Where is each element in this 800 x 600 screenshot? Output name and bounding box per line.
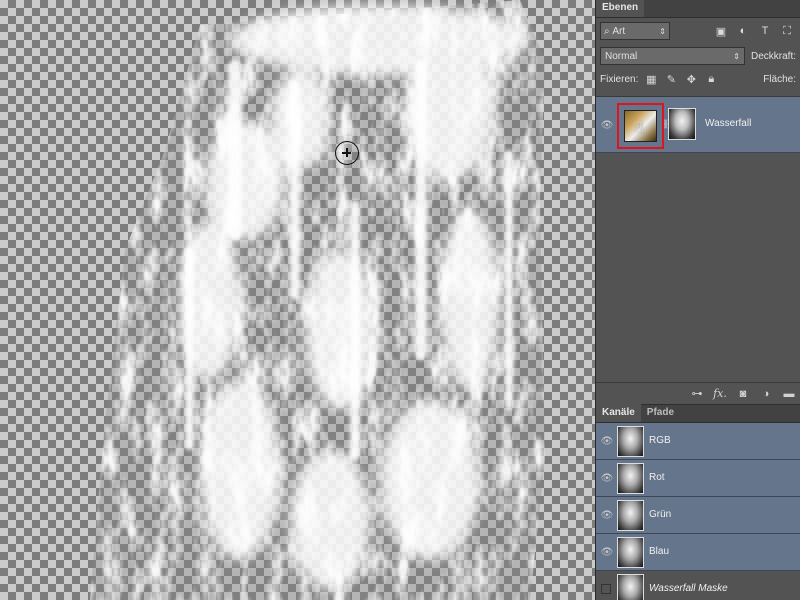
waterfall-image xyxy=(90,0,545,600)
layer-filter-select[interactable]: ⌕ Art ⇕ xyxy=(600,22,670,40)
lock-icons: ▦ ✎ ✥ 🔒︎ xyxy=(644,72,718,86)
layer-name[interactable]: Wasserfall xyxy=(705,118,751,129)
channel-row-mask[interactable]: Wasserfall Maske xyxy=(596,571,800,600)
tab-layers[interactable]: Ebenen xyxy=(596,0,645,17)
channel-name: RGB xyxy=(649,435,671,446)
adjustment-filter-icon[interactable]: ◐ xyxy=(734,22,752,40)
fill-label: Fläche: xyxy=(763,73,796,85)
channel-row-blue[interactable]: 👁︎ Blau xyxy=(596,534,800,571)
layer-mask-thumbnail[interactable] xyxy=(668,108,696,140)
layers-list: 👁︎ ☝︎ ⛓︎ Wasserfall xyxy=(596,96,800,382)
blend-mode-select[interactable]: Normal ⇕ xyxy=(600,47,745,65)
image-filter-icon[interactable]: ▣ xyxy=(712,22,730,40)
mask-icon[interactable]: ◙ xyxy=(736,388,750,400)
lock-transparency-icon[interactable]: ▦ xyxy=(644,72,658,86)
blend-mode-value: Normal xyxy=(605,50,638,62)
visibility-toggle-empty[interactable] xyxy=(601,584,611,594)
adjustment-layer-icon[interactable]: ◑ xyxy=(759,388,773,400)
tab-paths[interactable]: Pfade xyxy=(641,404,680,422)
document-canvas[interactable] xyxy=(0,0,595,600)
layers-footer: ⊶ fx. ◙ ◑ ▬ xyxy=(596,382,800,404)
eye-icon[interactable]: 👁︎ xyxy=(600,546,614,558)
layers-tabbar: Ebenen xyxy=(596,0,800,18)
hand-cursor-icon: ☝︎ xyxy=(635,119,644,135)
opacity-label: Deckkraft: xyxy=(750,50,796,62)
channel-name: Rot xyxy=(649,472,665,483)
shape-filter-icon[interactable]: ⛶ xyxy=(778,22,796,40)
folder-icon[interactable]: ▬ xyxy=(782,388,796,400)
eye-icon[interactable]: 👁︎ xyxy=(600,119,614,131)
channel-thumbnail xyxy=(617,500,644,531)
channel-name: Grün xyxy=(649,509,672,520)
channel-thumbnail xyxy=(617,463,644,494)
channel-thumbnail xyxy=(617,574,644,600)
lock-row: Fixieren: ▦ ✎ ✥ 🔒︎ Fläche: xyxy=(596,68,800,90)
lock-all-padlock-icon[interactable]: 🔒︎ xyxy=(704,72,718,86)
photoshop-window: Ebenen ⌕ Art ⇕ ▣ ◐ T ⛶ Normal ⇕ Deckkraf… xyxy=(0,0,800,600)
channel-row-red[interactable]: 👁︎ Rot xyxy=(596,460,800,497)
lock-pixels-brush-icon[interactable]: ✎ xyxy=(664,72,678,86)
tab-channels[interactable]: Kanäle xyxy=(596,404,641,422)
search-icon: ⌕ xyxy=(604,25,613,37)
eye-icon[interactable]: 👁︎ xyxy=(600,509,614,521)
channel-name: Wasserfall Maske xyxy=(649,583,728,594)
channel-thumbnail xyxy=(617,426,644,457)
lock-position-move-icon[interactable]: ✥ xyxy=(684,72,698,86)
channels-tabbar: Kanäle Pfade xyxy=(596,404,800,423)
channel-name: Blau xyxy=(649,546,670,557)
layer-row[interactable]: 👁︎ ☝︎ ⛓︎ Wasserfall xyxy=(596,97,800,153)
updown-caret-icon: ⇕ xyxy=(659,26,666,36)
eye-icon[interactable]: 👁︎ xyxy=(600,435,614,447)
link-icon[interactable]: ⊶ xyxy=(690,387,704,400)
brush-cursor-icon xyxy=(335,141,359,165)
filter-icons: ▣ ◐ T ⛶ xyxy=(712,22,796,40)
layer-thumbnail-highlight: ☝︎ xyxy=(617,103,664,149)
filter-kind-label: Art xyxy=(612,25,626,37)
lock-label: Fixieren: xyxy=(600,73,639,85)
type-filter-icon[interactable]: T xyxy=(756,22,774,40)
layer-filter-row: ⌕ Art ⇕ ▣ ◐ T ⛶ xyxy=(596,18,800,44)
channel-row-green[interactable]: 👁︎ Grün xyxy=(596,497,800,534)
channel-row-rgb[interactable]: 👁︎ RGB xyxy=(596,423,800,460)
channels-list: 👁︎ RGB 👁︎ Rot 👁︎ Grün 👁︎ Blau Wasserfall… xyxy=(596,423,800,600)
updown-caret-icon: ⇕ xyxy=(733,51,740,61)
right-panel: Ebenen ⌕ Art ⇕ ▣ ◐ T ⛶ Normal ⇕ Deckkraf… xyxy=(595,0,800,600)
blend-row: Normal ⇕ Deckkraft: xyxy=(596,44,800,68)
fx-icon[interactable]: fx. xyxy=(713,387,727,400)
eye-icon[interactable]: 👁︎ xyxy=(600,472,614,484)
channel-thumbnail xyxy=(617,537,644,568)
